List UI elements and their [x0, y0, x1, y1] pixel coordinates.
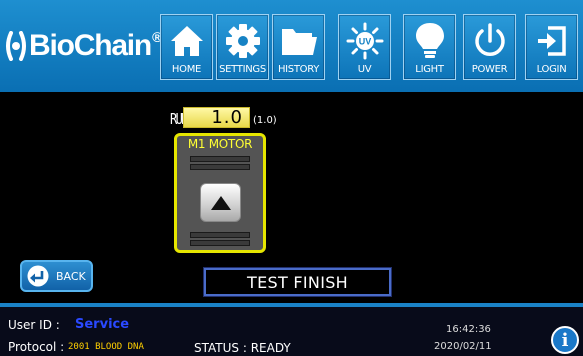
lightbulb-icon [404, 21, 455, 61]
nav-login-button[interactable]: LOGIN [525, 14, 578, 80]
gear-icon [217, 21, 268, 61]
top-toolbar: BioChain ® HOME SETTINGS HISTORY UV UV L… [0, 0, 583, 92]
nav-history-label: HISTORY [277, 64, 320, 75]
nav-light-button[interactable]: LIGHT [403, 14, 456, 80]
nav-settings-label: SETTINGS [219, 64, 266, 75]
brand-logo: BioChain ® [4, 28, 162, 64]
home-icon [161, 21, 212, 61]
user-id-value: Service [75, 317, 130, 332]
clock-time: 16:42:36 [446, 324, 491, 335]
motor-track-bottom-1 [190, 232, 250, 238]
folder-icon [273, 21, 324, 61]
nav-uv-label: UV [357, 64, 372, 75]
brand-name: BioChain [29, 29, 152, 62]
motor-track-top-1 [190, 156, 250, 162]
machine-status: STATUS : READY [194, 341, 291, 355]
svg-text:UV: UV [358, 37, 371, 47]
run-default-value: (1.0) [253, 115, 277, 126]
nav-light-label: LIGHT [415, 64, 444, 75]
info-button[interactable]: i [551, 326, 579, 354]
nav-power-button[interactable]: POWER [463, 14, 516, 80]
test-status-message: TEST FINISH [204, 268, 391, 296]
run-value-field[interactable]: 1.0 [183, 107, 250, 128]
motor-track-top-2 [190, 164, 250, 170]
motor-up-button[interactable] [200, 183, 241, 222]
user-id-label: User ID : [8, 318, 60, 332]
protocol-label: Protocol : [8, 340, 65, 354]
nav-uv-button[interactable]: UV UV [338, 14, 391, 80]
bottom-status-bar: User ID : Service Protocol : 2001 BLOOD … [0, 303, 583, 356]
uv-lamp-icon: UV [339, 21, 390, 61]
login-icon [526, 21, 577, 61]
clock-date: 2020/02/11 [434, 341, 492, 352]
back-button[interactable]: BACK [20, 260, 93, 292]
nav-home-label: HOME [171, 64, 202, 75]
motor-track-bottom-2 [190, 240, 250, 246]
power-icon [464, 21, 515, 61]
nav-settings-button[interactable]: SETTINGS [216, 14, 269, 80]
protocol-value: 2001 BLOOD DNA [68, 342, 144, 352]
motor-panel: M1 MOTOR [174, 133, 266, 253]
return-arrow-icon [27, 265, 49, 287]
nav-login-label: LOGIN [536, 64, 567, 75]
nav-home-button[interactable]: HOME [160, 14, 213, 80]
info-icon: i [561, 329, 569, 351]
nav-history-button[interactable]: HISTORY [272, 14, 325, 80]
biochain-logo-icon [4, 31, 28, 61]
back-button-label: BACK [56, 269, 86, 283]
triangle-up-icon [210, 195, 231, 210]
nav-power-label: POWER [471, 64, 508, 75]
motor-title: M1 MOTOR [187, 137, 253, 151]
